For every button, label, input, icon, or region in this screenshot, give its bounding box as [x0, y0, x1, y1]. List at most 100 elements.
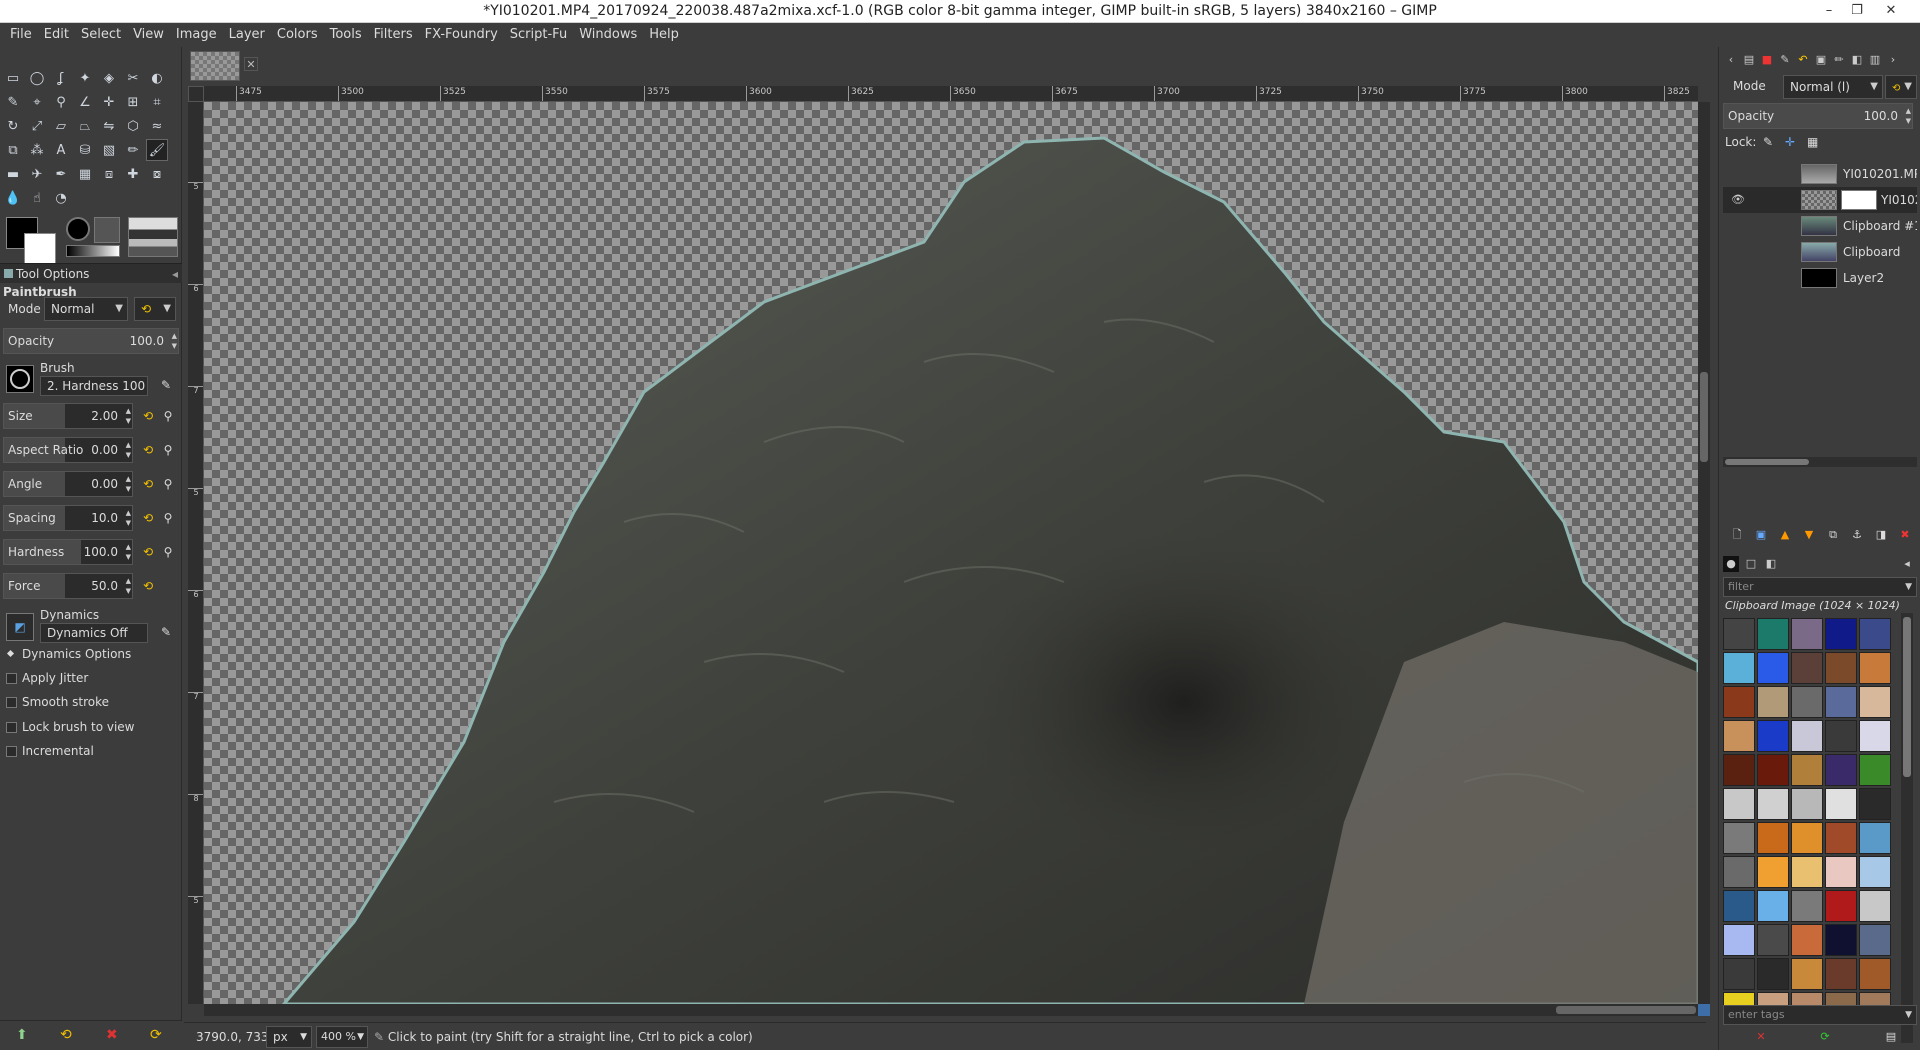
pattern-swatch[interactable] — [1723, 686, 1755, 718]
link-icon[interactable]: ⟲ — [140, 507, 156, 529]
ellipse-select-icon[interactable]: ◯ — [26, 67, 48, 89]
pattern-swatch[interactable] — [1859, 788, 1891, 820]
spin-arrows-icon[interactable]: ▲ ▼ — [126, 542, 131, 562]
image-tab-thumbnail[interactable] — [190, 51, 240, 81]
duplicate-layer-icon[interactable]: ⧉ — [1825, 527, 1841, 543]
layer-mode-reset[interactable]: ⟲ ▼ — [1885, 75, 1917, 99]
perspective-clone-icon[interactable]: ⧇ — [146, 163, 168, 185]
reset-icon[interactable]: ⚲ — [160, 405, 176, 427]
lock-position-icon[interactable]: ✛ — [1785, 135, 1795, 149]
pattern-swatch[interactable] — [1859, 958, 1891, 990]
layer-row[interactable]: Clipboard #1 — [1723, 213, 1917, 239]
rotate-icon[interactable]: ↻ — [2, 115, 24, 137]
pattern-preview[interactable] — [94, 217, 120, 243]
pattern-swatch[interactable] — [1757, 618, 1789, 650]
menu-windows[interactable]: Windows — [573, 23, 643, 47]
pattern-swatch[interactable] — [1791, 924, 1823, 956]
link-icon[interactable]: ⟲ — [140, 575, 156, 597]
refresh-patterns-icon[interactable]: ⟳ — [1817, 1029, 1833, 1045]
lock-brush-checkbox[interactable] — [6, 722, 17, 733]
perspective-icon[interactable]: ⏢ — [74, 115, 96, 137]
edit-dynamics-icon[interactable]: ✎ — [158, 621, 174, 643]
bucket-fill-icon[interactable]: ⛁ — [74, 139, 96, 161]
pattern-swatch[interactable] — [1825, 788, 1857, 820]
scrollbar-thumb[interactable] — [1556, 1006, 1696, 1014]
pattern-swatch[interactable] — [1791, 686, 1823, 718]
pattern-swatch[interactable] — [1791, 958, 1823, 990]
mask-layer-icon[interactable]: ◨ — [1873, 527, 1889, 543]
new-layer-icon[interactable]: 🗋 — [1729, 527, 1745, 543]
free-select-icon[interactable]: ʆ — [50, 67, 72, 89]
pattern-swatch[interactable] — [1723, 856, 1755, 888]
gradient-strip[interactable] — [66, 245, 120, 257]
pattern-swatch[interactable] — [1859, 924, 1891, 956]
brush-thumb[interactable] — [6, 365, 34, 393]
scrollbar-thumb[interactable] — [1700, 372, 1708, 462]
gradient-preview[interactable] — [128, 217, 178, 257]
pattern-swatch[interactable] — [1791, 822, 1823, 854]
close-icon[interactable]: ✕ — [1876, 0, 1906, 23]
gradient-tab-icon[interactable]: ◧ — [1849, 52, 1865, 68]
menu-file[interactable]: File — [4, 23, 38, 47]
pattern-swatch[interactable] — [1723, 720, 1755, 752]
link-icon[interactable]: ⟲ — [140, 473, 156, 495]
spin-arrows-icon[interactable]: ▲ ▼ — [126, 474, 131, 494]
pattern-swatch[interactable] — [1757, 720, 1789, 752]
pattern-swatch[interactable] — [1757, 958, 1789, 990]
reset-icon[interactable]: ⚲ — [160, 439, 176, 461]
reset-icon[interactable]: ⚲ — [160, 541, 176, 563]
scale-icon[interactable]: ⤢ — [26, 115, 48, 137]
dynamics-options-expander[interactable] — [6, 649, 17, 660]
spin-arrows-icon[interactable]: ▲ ▼ — [126, 508, 131, 528]
dodge-burn-icon[interactable]: ◔ — [50, 187, 72, 209]
fuzzy-select-icon[interactable]: ✦ — [74, 67, 96, 89]
save-preset-icon[interactable]: ⬆ — [16, 1027, 28, 1043]
layers-tab-icon[interactable]: ▤ — [1741, 52, 1757, 68]
maximize-icon[interactable]: ❐ — [1842, 0, 1872, 23]
paint-mode-reset[interactable]: ⟲ ▼ — [134, 297, 176, 321]
pattern-swatch[interactable] — [1723, 958, 1755, 990]
pattern-swatch[interactable] — [1757, 890, 1789, 922]
color-select-icon[interactable]: ◈ — [98, 67, 120, 89]
unit-combo[interactable]: px ▼ — [266, 1026, 312, 1048]
pattern-swatch[interactable] — [1825, 686, 1857, 718]
pattern-swatch[interactable] — [1723, 618, 1755, 650]
paths-tab-icon[interactable]: ✎ — [1777, 52, 1793, 68]
scrollbar-thumb[interactable] — [1903, 617, 1911, 777]
zoom-icon[interactable]: ⚲ — [50, 91, 72, 113]
pattern-tab-icon[interactable]: □ — [1743, 556, 1759, 572]
pattern-swatch[interactable] — [1791, 754, 1823, 786]
pattern-vertical-scrollbar[interactable] — [1901, 613, 1913, 1043]
opacity-spin[interactable]: Opacity 100.0 ▲ ▼ — [3, 328, 179, 354]
pattern-swatch[interactable] — [1791, 856, 1823, 888]
color-picker-icon[interactable]: ⌖ — [26, 91, 48, 113]
pattern-swatch[interactable] — [1791, 652, 1823, 684]
menu-select[interactable]: Select — [75, 23, 127, 47]
gradient-tab-icon[interactable]: ◧ — [1763, 556, 1779, 572]
canvas-vertical-scrollbar[interactable] — [1698, 102, 1710, 1004]
pattern-swatch[interactable] — [1859, 652, 1891, 684]
pattern-swatch[interactable] — [1825, 618, 1857, 650]
move-icon[interactable]: ✛ — [98, 91, 120, 113]
reset-options-icon[interactable]: ⟳ — [150, 1027, 162, 1043]
rect-select-icon[interactable]: ▭ — [2, 67, 24, 89]
cage-icon[interactable]: ⬡ — [122, 115, 144, 137]
menu-help[interactable]: Help — [643, 23, 685, 47]
mypaint-brush-icon[interactable]: ▦ — [74, 163, 96, 185]
pattern-swatch[interactable] — [1825, 652, 1857, 684]
lower-layer-icon[interactable]: ▼ — [1801, 527, 1817, 543]
crop-icon[interactable]: ⌗ — [146, 91, 168, 113]
angle-spin[interactable]: Angle 0.00 ▲ ▼ — [3, 471, 133, 497]
pattern-swatch[interactable] — [1825, 924, 1857, 956]
image-canvas[interactable] — [204, 102, 1698, 1004]
spacing-spin[interactable]: Spacing 10.0 ▲ ▼ — [3, 505, 133, 531]
clone-icon[interactable]: ⧈ — [98, 163, 120, 185]
measure-icon[interactable]: ∠ — [74, 91, 96, 113]
lock-alpha-icon[interactable]: ▦ — [1807, 135, 1818, 149]
warp-icon[interactable]: ≈ — [146, 115, 168, 137]
panel-menu-icon[interactable]: ◂ — [172, 264, 178, 284]
spin-arrows-icon[interactable]: ▲ ▼ — [126, 440, 131, 460]
spin-arrows-icon[interactable]: ▲ ▼ — [1906, 106, 1911, 126]
canvas-horizontal-scrollbar[interactable] — [204, 1004, 1698, 1016]
incremental-checkbox[interactable] — [6, 746, 17, 757]
